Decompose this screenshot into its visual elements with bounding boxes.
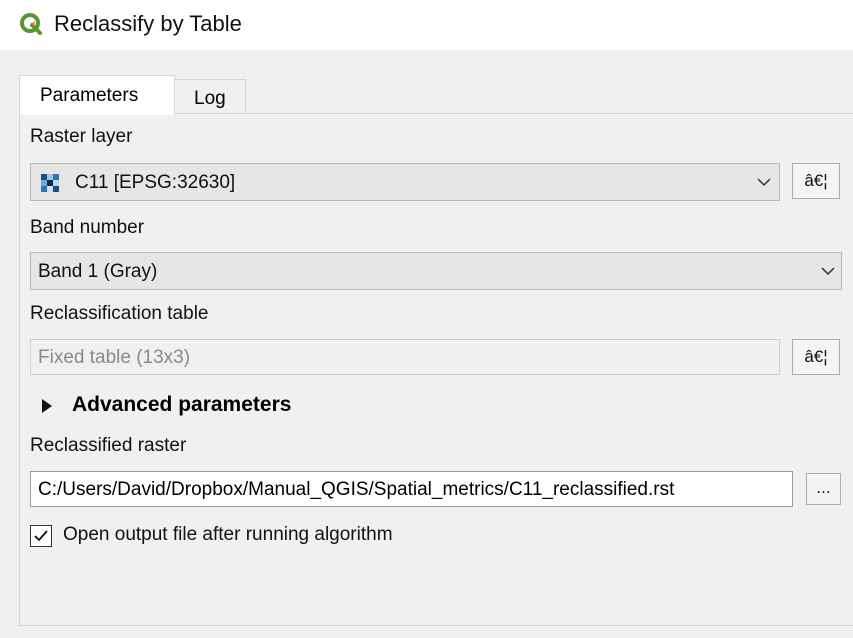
raster-layer-combo[interactable]: C11 [EPSG:32630] <box>30 163 780 201</box>
open-output-checkbox[interactable] <box>30 525 52 547</box>
output-browse-button[interactable]: ... <box>806 473 841 505</box>
title-bar: Reclassify by Table <box>0 0 853 50</box>
chevron-down-icon <box>821 267 835 276</box>
tab-log[interactable]: Log <box>175 79 246 114</box>
raster-layer-browse-button[interactable]: â€¦ <box>792 163 840 199</box>
tab-parameters-label: Parameters <box>40 85 139 106</box>
reclassification-table-label: Reclassification table <box>30 303 209 324</box>
band-number-label: Band number <box>30 217 145 238</box>
tab-parameters[interactable]: Parameters <box>19 75 175 115</box>
advanced-parameters-toggle[interactable]: Advanced parameters <box>72 393 291 417</box>
output-path-input[interactable]: C:/Users/David/Dropbox/Manual_QGIS/Spati… <box>30 471 793 507</box>
qgis-logo-icon <box>20 13 42 35</box>
reclassified-raster-label: Reclassified raster <box>30 435 187 456</box>
raster-layer-icon <box>41 174 59 192</box>
raster-layer-value: C11 [EPSG:32630] <box>75 172 236 193</box>
reclassification-table-value: Fixed table (13x3) <box>38 347 191 368</box>
reclassification-table-field: Fixed table (13x3) <box>30 339 780 375</box>
raster-layer-label: Raster layer <box>30 126 133 147</box>
tab-log-label: Log <box>194 88 226 109</box>
expand-arrow-icon[interactable] <box>40 398 54 414</box>
band-number-combo[interactable]: Band 1 (Gray) <box>30 252 842 290</box>
reclassification-table-edit-button[interactable]: â€¦ <box>792 339 840 375</box>
checkmark-icon <box>34 530 48 542</box>
band-number-value: Band 1 (Gray) <box>38 261 158 282</box>
window-title: Reclassify by Table <box>54 11 242 36</box>
chevron-down-icon <box>757 178 771 187</box>
open-output-label[interactable]: Open output file after running algorithm <box>63 524 393 546</box>
output-path-value: C:/Users/David/Dropbox/Manual_QGIS/Spati… <box>38 479 675 500</box>
